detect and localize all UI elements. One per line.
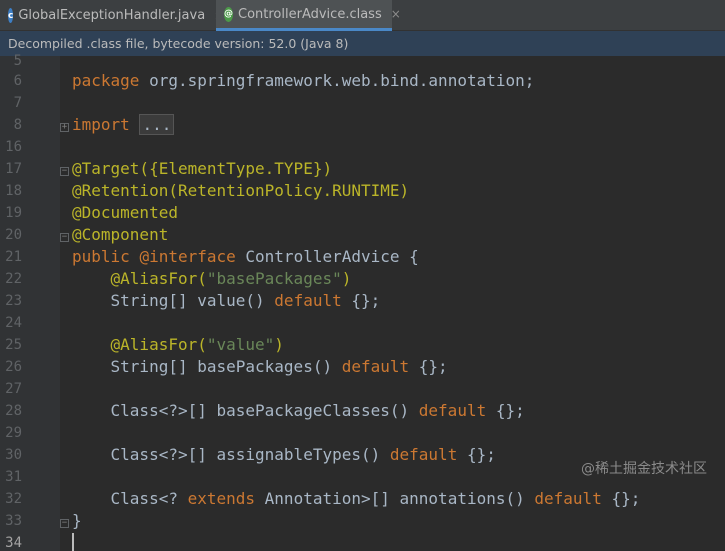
code-text: ControllerAdvice { bbox=[235, 247, 419, 266]
tab-label: ControllerAdvice.class bbox=[238, 6, 382, 22]
line-number: 25 bbox=[5, 337, 22, 353]
keyword: default bbox=[418, 401, 487, 420]
code-text: Class<?>[] assignableTypes() bbox=[72, 445, 390, 464]
code-line-assignable-types: Class<?>[] assignableTypes() default {}; bbox=[72, 445, 496, 464]
keyword: default bbox=[341, 357, 410, 376]
line-number: 27 bbox=[5, 381, 22, 397]
line-number: 32 bbox=[5, 491, 22, 507]
code-line-value: String[] value() default {}; bbox=[72, 291, 381, 310]
line-number: 16 bbox=[5, 139, 22, 155]
line-number: 6 bbox=[13, 73, 22, 89]
code-line-package: package org.springframework.web.bind.ann… bbox=[72, 71, 534, 90]
code-line-base-packages: String[] basePackages() default {}; bbox=[72, 357, 448, 376]
keyword: @interface bbox=[139, 247, 236, 266]
annotation: @AliasFor( bbox=[72, 335, 207, 354]
code-text: {}; bbox=[409, 357, 448, 376]
tab-controller-advice[interactable]: @ ControllerAdvice.class × bbox=[216, 0, 401, 31]
code-text: String[] value() bbox=[72, 291, 275, 310]
line-number: 24 bbox=[5, 315, 22, 331]
code-text: Class<? bbox=[72, 489, 188, 508]
keyword: import bbox=[72, 115, 130, 134]
line-number: 34 bbox=[5, 535, 22, 551]
java-class-icon: c bbox=[8, 8, 14, 23]
tab-label: GlobalExceptionHandler.java bbox=[18, 8, 206, 23]
tab-global-exception-handler[interactable]: c GlobalExceptionHandler.java × bbox=[0, 0, 224, 31]
code-text: Class<?>[] basePackageClasses() bbox=[72, 401, 419, 420]
text-caret bbox=[72, 533, 74, 551]
string-literal: "basePackages" bbox=[206, 269, 342, 288]
line-number: 31 bbox=[5, 469, 22, 485]
line-number: 29 bbox=[5, 425, 22, 441]
code-line-interface-decl: public @interface ControllerAdvice { bbox=[72, 247, 419, 266]
line-number: 22 bbox=[5, 271, 22, 287]
folded-imports[interactable]: ... bbox=[139, 114, 175, 135]
code-line-aliasfor: @AliasFor("value") bbox=[72, 335, 284, 354]
line-number: 33 bbox=[5, 513, 22, 529]
string-literal: "value" bbox=[206, 335, 275, 354]
code-line-import: import ... bbox=[72, 114, 175, 135]
keyword: default bbox=[389, 445, 458, 464]
code-text: {}; bbox=[457, 445, 496, 464]
keyword: public bbox=[72, 247, 130, 266]
annotation: ) bbox=[341, 269, 352, 288]
code-text: {}; bbox=[601, 489, 641, 508]
code-text: org.springframework.web.bind.annotation; bbox=[139, 71, 535, 90]
line-number: 28 bbox=[5, 403, 22, 419]
line-number: 23 bbox=[5, 293, 22, 309]
fold-collapse-icon[interactable]: − bbox=[60, 233, 69, 242]
code-line-documented: @Documented bbox=[72, 203, 178, 222]
line-number: 18 bbox=[5, 183, 22, 199]
annotation: @AliasFor( bbox=[72, 269, 207, 288]
watermark: @稀土掘金技术社区 bbox=[581, 461, 707, 477]
code-text: {}; bbox=[486, 401, 525, 420]
compiled-class-icon: @ bbox=[224, 6, 233, 22]
keyword: extends bbox=[187, 489, 256, 508]
code-line-aliasfor: @AliasFor("basePackages") bbox=[72, 269, 352, 288]
code-line-component: @Component bbox=[72, 225, 169, 244]
decompiled-notice-banner: Decompiled .class file, bytecode version… bbox=[0, 31, 725, 56]
line-number: 30 bbox=[5, 447, 22, 463]
code-line-closing-brace: } bbox=[72, 511, 82, 530]
fold-collapse-icon[interactable]: − bbox=[60, 167, 69, 176]
code-text: String[] basePackages() bbox=[72, 357, 342, 376]
code-line-annotations: Class<? extends Annotation>[] annotation… bbox=[72, 489, 641, 508]
keyword: default bbox=[274, 291, 342, 310]
code-line-retention: @Retention(RetentionPolicy.RUNTIME) bbox=[72, 181, 410, 200]
editor-tab-bar: c GlobalExceptionHandler.java × @ Contro… bbox=[0, 0, 725, 31]
fold-expand-icon[interactable]: + bbox=[60, 123, 69, 132]
keyword: default bbox=[534, 489, 602, 508]
line-number: 7 bbox=[13, 95, 22, 111]
line-number: 26 bbox=[5, 359, 22, 375]
close-icon[interactable]: × bbox=[391, 7, 401, 21]
fold-end-icon[interactable]: − bbox=[60, 519, 69, 528]
code-line-base-package-classes: Class<?>[] basePackageClasses() default … bbox=[72, 401, 525, 420]
keyword: package bbox=[72, 71, 140, 90]
line-number: 17 bbox=[5, 161, 22, 177]
line-number: 20 bbox=[5, 227, 22, 243]
line-number: 8 bbox=[13, 117, 22, 133]
line-number: 19 bbox=[5, 205, 22, 221]
line-number: 5 bbox=[13, 53, 22, 69]
code-text: {}; bbox=[341, 291, 381, 310]
code-text: Annotation>[] annotations() bbox=[255, 489, 535, 508]
line-number: 21 bbox=[5, 249, 22, 265]
annotation: ) bbox=[274, 335, 284, 354]
code-line-target: @Target({ElementType.TYPE}) bbox=[72, 159, 333, 178]
